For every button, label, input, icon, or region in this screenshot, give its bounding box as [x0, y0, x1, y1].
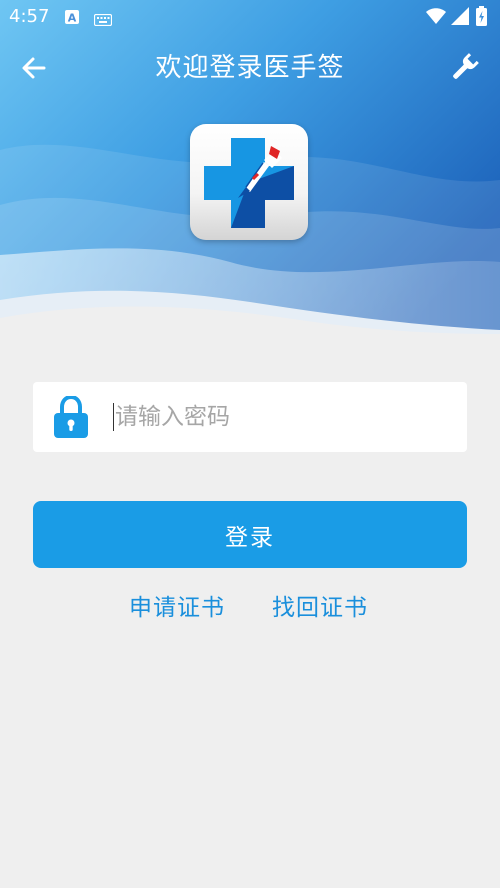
app-bar: 欢迎登录医手签 — [0, 34, 500, 102]
a-notification-icon: A — [64, 9, 80, 29]
signal-icon — [451, 7, 469, 29]
status-bar: 4:57 A — [0, 0, 500, 34]
page-title: 欢迎登录医手签 — [155, 53, 345, 83]
text-cursor — [113, 403, 114, 431]
recover-certificate-link[interactable]: 找回证书 — [272, 592, 368, 624]
lock-icon — [53, 394, 89, 438]
battery-charging-icon — [476, 6, 487, 30]
back-button[interactable] — [14, 48, 54, 88]
medical-cross-pen-logo — [204, 138, 294, 228]
password-field-container — [33, 382, 467, 452]
keyboard-icon — [93, 11, 113, 30]
svg-text:A: A — [68, 12, 77, 25]
login-button[interactable]: 登录 — [33, 501, 467, 568]
settings-button[interactable] — [444, 48, 484, 88]
login-screen: 4:57 A 欢迎登录医手签 登录 申请证书 找回证书 — [0, 0, 500, 888]
apply-certificate-link[interactable]: 申请证书 — [129, 592, 225, 624]
status-time: 4:57 — [9, 6, 50, 27]
password-input[interactable] — [115, 397, 445, 437]
app-logo — [190, 124, 308, 240]
wrench-icon — [453, 53, 479, 79]
arrow-left-icon — [22, 57, 46, 79]
wifi-icon — [426, 8, 446, 29]
